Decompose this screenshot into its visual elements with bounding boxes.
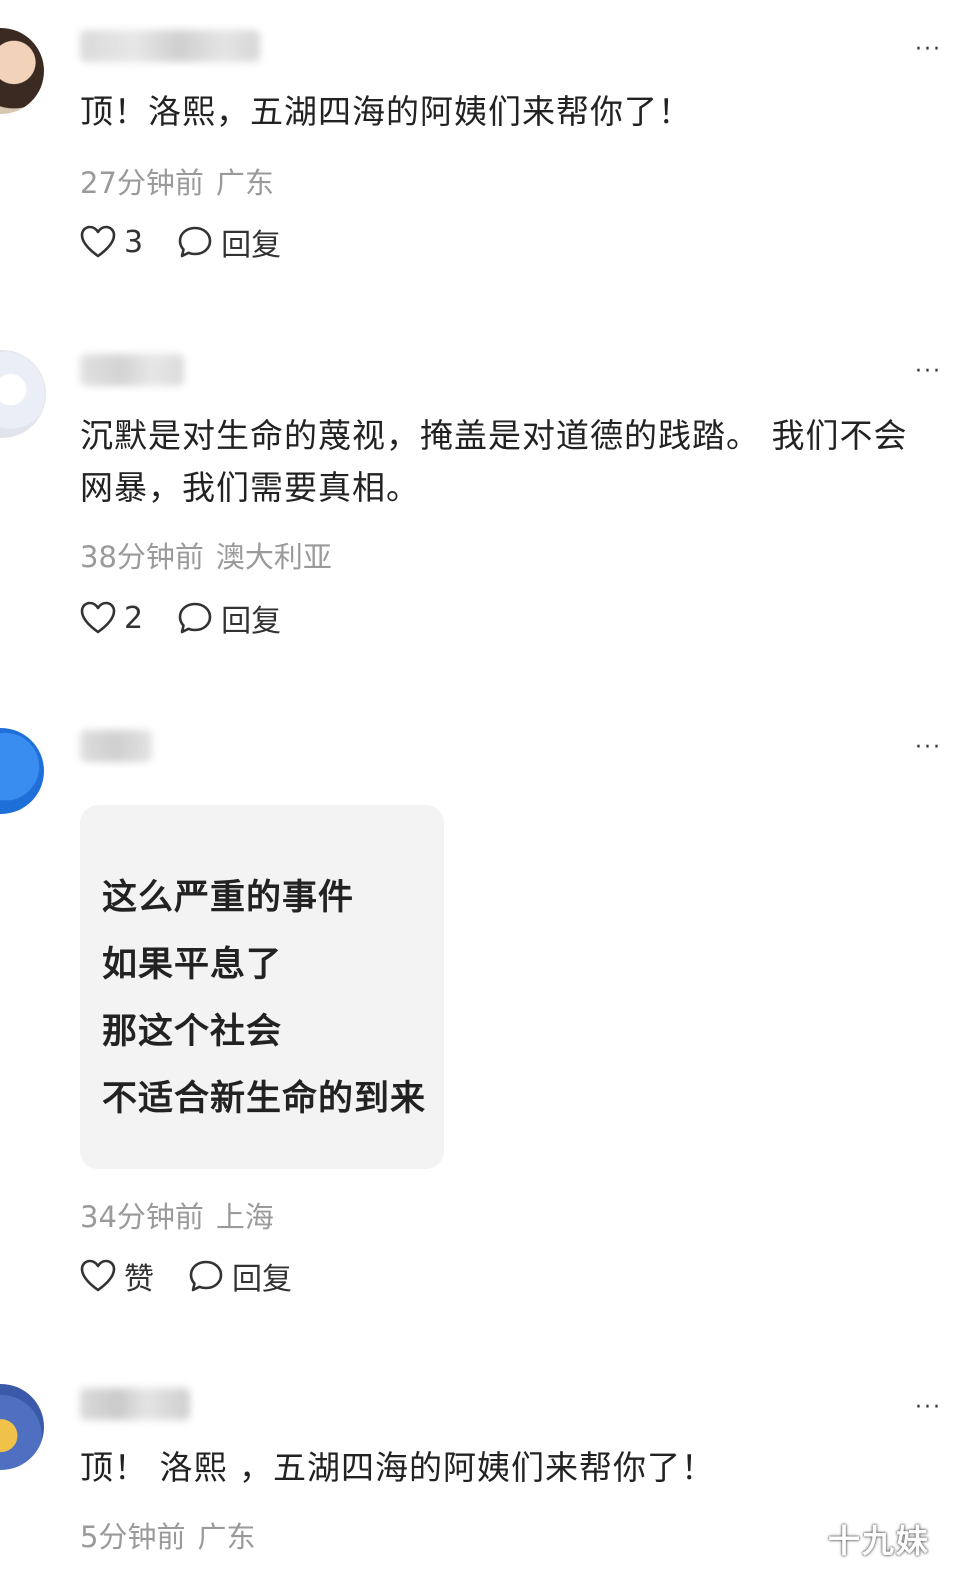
comment-text: 沉默是对生命的蔑视，掩盖是对道德的践踏。 我们不会网暴，我们需要真相。 — [80, 416, 908, 507]
watermark: 十九妹 — [827, 1522, 930, 1560]
username-blurred[interactable] — [80, 730, 152, 762]
comment-image[interactable]: 这么严重的事件 如果平息了 那这个社会 不适合新生命的到来 — [80, 805, 444, 1169]
comment-actions: 2 回复 — [80, 596, 281, 640]
comment-meta: 34分钟前 上海 — [80, 1194, 274, 1236]
comment-meta: 38分钟前 澳大利亚 — [80, 534, 332, 576]
speech-bubble-icon — [178, 602, 212, 634]
more-options-icon[interactable]: ··· — [915, 39, 942, 61]
heart-outline-icon — [80, 601, 116, 634]
more-options-icon[interactable]: ··· — [915, 737, 942, 759]
comment-text: 顶！ 洛熙 ，五湖四海的阿姨们来帮你了！ — [80, 1448, 715, 1487]
more-options-icon[interactable]: ··· — [915, 1397, 942, 1419]
comment-location: 上海 — [215, 1200, 274, 1234]
username-blurred[interactable] — [80, 30, 260, 62]
reply-button[interactable]: 回复 — [177, 220, 281, 264]
comment-time: 5分钟前 — [80, 1520, 186, 1554]
like-count: 2 — [124, 600, 144, 636]
like-button[interactable]: 赞 — [80, 1254, 154, 1298]
reply-label: 回复 — [221, 228, 282, 263]
heart-outline-icon — [80, 1259, 116, 1292]
image-text-line: 这么严重的事件 — [102, 878, 355, 918]
comment-location: 澳大利亚 — [215, 540, 332, 574]
image-text-line: 那这个社会 — [102, 1012, 283, 1052]
speech-bubble-icon — [189, 1260, 223, 1292]
like-button[interactable]: 2 — [80, 601, 143, 636]
heart-outline-icon — [80, 225, 116, 258]
like-count: 3 — [124, 224, 144, 260]
comment-meta: 5分钟前 广东 — [80, 1514, 255, 1556]
comment-location: 广东 — [197, 1520, 256, 1554]
avatar[interactable] — [0, 28, 44, 114]
comment-location: 广东 — [215, 166, 274, 200]
image-text-line: 不适合新生命的到来 — [102, 1079, 427, 1119]
username-blurred[interactable] — [80, 354, 184, 386]
reply-label: 回复 — [221, 604, 282, 639]
speech-bubble-icon — [178, 226, 212, 258]
comment-meta: 27分钟前 广东 — [80, 160, 274, 202]
username-blurred[interactable] — [80, 1388, 190, 1420]
like-label: 赞 — [124, 1262, 154, 1297]
comment-text: 顶！洛熙，五湖四海的阿姨们来帮你了！ — [80, 92, 692, 131]
reply-button[interactable]: 回复 — [188, 1254, 292, 1298]
reply-label: 回复 — [232, 1262, 292, 1297]
comment-actions: 3 回复 — [80, 220, 281, 264]
avatar[interactable] — [0, 728, 44, 814]
comment-actions: 赞 回复 — [80, 1254, 292, 1298]
comment-time: 38分钟前 — [80, 540, 204, 574]
comment-time: 27分钟前 — [80, 166, 204, 200]
image-text-line: 如果平息了 — [102, 945, 283, 985]
avatar[interactable] — [0, 350, 46, 438]
reply-button[interactable]: 回复 — [177, 596, 281, 640]
avatar[interactable] — [0, 1384, 44, 1470]
comment-time: 34分钟前 — [80, 1200, 204, 1234]
more-options-icon[interactable]: ··· — [915, 361, 942, 383]
like-button[interactable]: 3 — [80, 225, 143, 260]
